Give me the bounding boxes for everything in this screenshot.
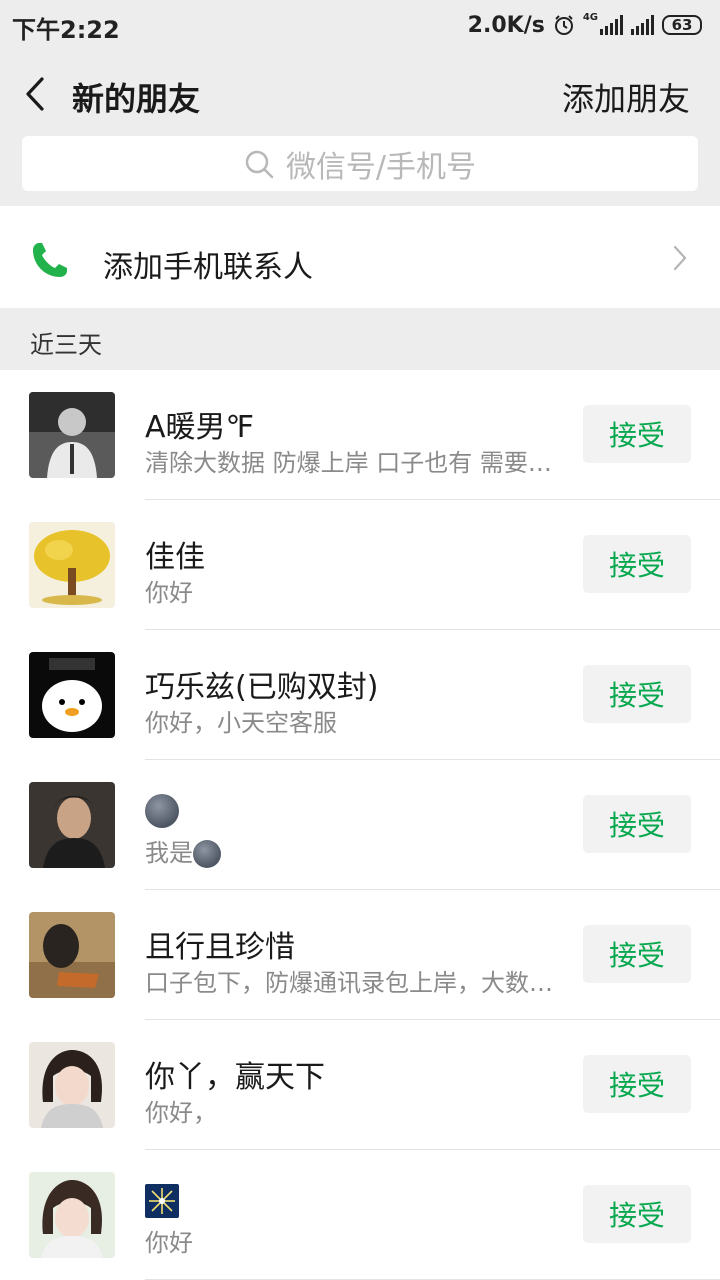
- firework-emoji-icon: [145, 1183, 179, 1218]
- accept-button[interactable]: 接受: [583, 405, 691, 463]
- status-icons: 2.0K/s 4G 63: [468, 10, 702, 40]
- request-name: A暖男℉: [145, 410, 255, 445]
- search-icon: [245, 150, 274, 178]
- friend-request-row[interactable]: 巧乐兹(已购双封) 你好，小天空客服 接受: [0, 630, 720, 760]
- friend-request-row[interactable]: 你丫，赢天下 你好， 接受: [0, 1020, 720, 1150]
- chevron-right-icon: [673, 245, 687, 271]
- avatar[interactable]: [29, 522, 115, 608]
- request-message: 清除大数据 防爆上岸 口子也有 需要的联系: [145, 449, 565, 477]
- network-type: 4G: [582, 11, 598, 23]
- signal-icon: [600, 15, 623, 35]
- section-label: 近三天: [30, 331, 102, 359]
- request-name: [145, 1182, 179, 1218]
- request-name: 且行且珍惜: [145, 930, 295, 965]
- request-message: 你好，小天空客服: [145, 709, 337, 737]
- avatar[interactable]: [29, 392, 115, 478]
- search-placeholder: 微信号/手机号: [285, 149, 477, 185]
- page-title: 新的朋友: [72, 80, 201, 118]
- search-input[interactable]: 微信号/手机号: [22, 136, 698, 191]
- avatar[interactable]: [29, 782, 115, 868]
- add-phone-contacts-label: 添加手机联系人: [103, 250, 313, 285]
- request-message: 你好，: [145, 1099, 217, 1127]
- accept-button[interactable]: 接受: [583, 535, 691, 593]
- friend-request-list: A暖男℉ 清除大数据 防爆上岸 口子也有 需要的联系 接受 佳佳 你好 接受 巧…: [0, 370, 720, 1280]
- avatar[interactable]: [29, 1042, 115, 1128]
- network-speed: 2.0K/s: [467, 12, 545, 38]
- signal-icon: [631, 15, 654, 35]
- friend-request-row[interactable]: A暖男℉ 清除大数据 防爆上岸 口子也有 需要的联系 接受: [0, 370, 720, 500]
- section-header: 近三天: [0, 308, 720, 370]
- request-message: 你好: [145, 1229, 193, 1257]
- moon-emoji-icon: [193, 840, 221, 868]
- header-area: 下午2:22 2.0K/s 4G 63 新的朋友 添加朋友 微信号/手机号: [0, 0, 720, 206]
- phone-icon: [33, 243, 67, 277]
- friend-request-row[interactable]: 佳佳 你好 接受: [0, 500, 720, 630]
- moon-emoji-icon: [145, 793, 179, 828]
- accept-button[interactable]: 接受: [583, 795, 691, 853]
- battery-icon: 63: [662, 15, 702, 35]
- accept-button[interactable]: 接受: [583, 1185, 691, 1243]
- add-phone-contacts-row[interactable]: 添加手机联系人: [0, 208, 720, 308]
- request-message: 我是: [145, 833, 565, 868]
- request-name: 佳佳: [145, 540, 205, 575]
- accept-button[interactable]: 接受: [583, 665, 691, 723]
- alarm-icon: [554, 15, 573, 35]
- request-name: 你丫，赢天下: [145, 1060, 325, 1095]
- avatar[interactable]: [29, 912, 115, 998]
- avatar[interactable]: [29, 652, 115, 738]
- accept-button[interactable]: 接受: [583, 1055, 691, 1113]
- accept-button[interactable]: 接受: [583, 925, 691, 983]
- request-message: 口子包下，防爆通讯录包上岸，大数据清除: [145, 969, 565, 997]
- avatar[interactable]: [29, 1172, 115, 1258]
- friend-request-row[interactable]: 你好 接受: [0, 1150, 720, 1280]
- request-name: [145, 792, 179, 828]
- request-message: 你好: [145, 579, 193, 607]
- add-friend-button[interactable]: 添加朋友: [562, 74, 690, 120]
- friend-request-row[interactable]: 且行且珍惜 口子包下，防爆通讯录包上岸，大数据清除 接受: [0, 890, 720, 1020]
- status-time: 下午2:22: [12, 16, 120, 44]
- friend-request-row[interactable]: 我是 接受: [0, 760, 720, 890]
- back-arrow-icon[interactable]: [22, 76, 48, 112]
- request-name: 巧乐兹(已购双封): [145, 670, 379, 705]
